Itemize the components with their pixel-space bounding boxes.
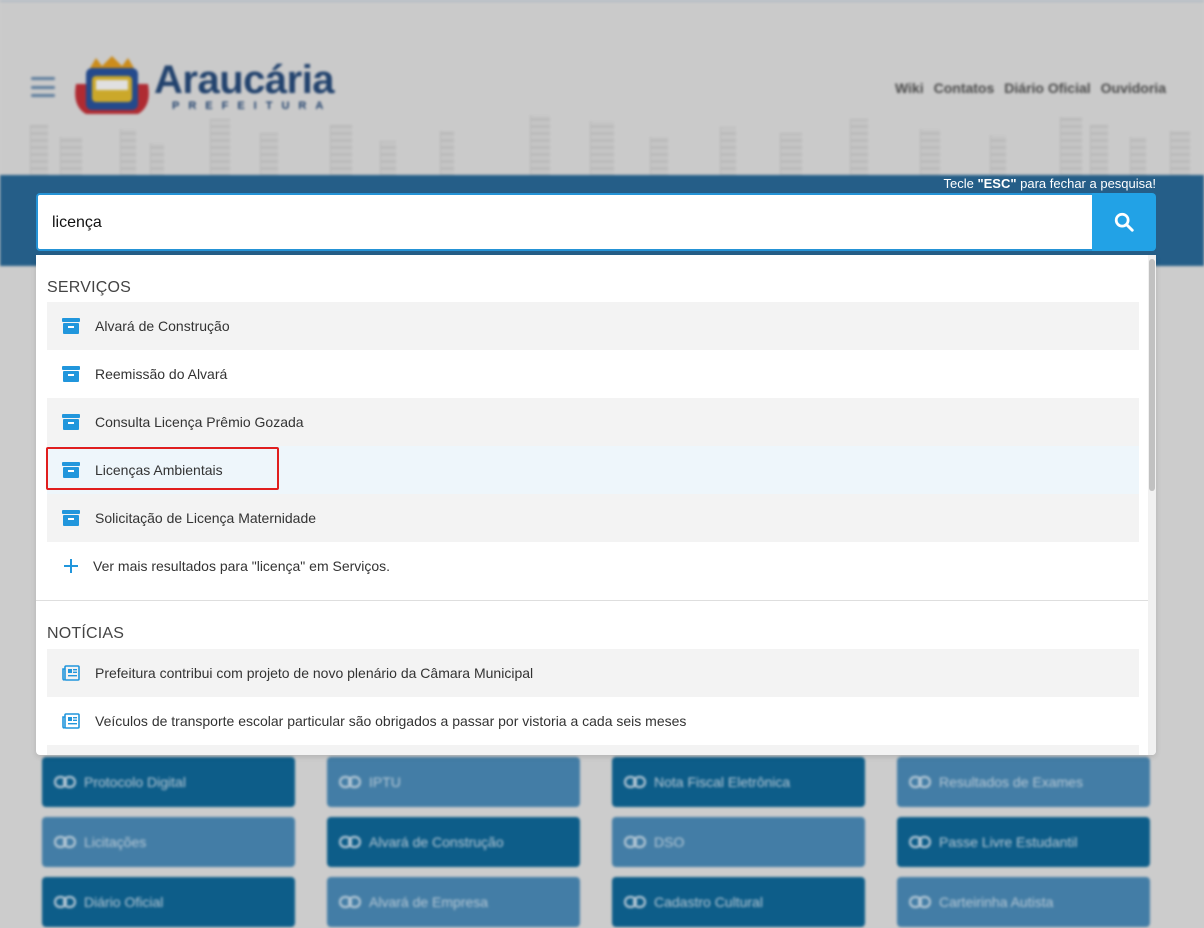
- result-item-label: Alvará de Construção: [95, 318, 230, 334]
- section-title-noticias: NOTÍCIAS: [47, 625, 125, 642]
- box-icon: [61, 412, 81, 432]
- result-item-label: Consulta Licença Prêmio Gozada: [95, 414, 304, 430]
- news-list: Prefeitura contribui com projeto de novo…: [47, 649, 1139, 755]
- search-field[interactable]: [36, 193, 1093, 251]
- search-button[interactable]: [1092, 193, 1156, 251]
- box-icon: [61, 364, 81, 384]
- newspaper-icon: [61, 663, 81, 683]
- more-results-link[interactable]: Ver mais resultados para "licença" em Se…: [47, 542, 1139, 590]
- newspaper-icon: [61, 711, 81, 731]
- news-item[interactable]: [47, 745, 1139, 755]
- box-icon: [61, 316, 81, 336]
- more-results-label: Ver mais resultados para "licença" em Se…: [93, 558, 391, 574]
- plus-icon: [61, 556, 81, 576]
- highlight-annotation: [46, 447, 279, 490]
- section-title-servicos: SERVIÇOS: [47, 279, 131, 296]
- news-item[interactable]: Veículos de transporte escolar particula…: [47, 697, 1139, 745]
- results-scrollbar[interactable]: [1148, 255, 1156, 755]
- esc-hint: Tecle "ESC" para fechar a pesquisa!: [943, 176, 1156, 191]
- scrollbar-thumb[interactable]: [1149, 259, 1155, 491]
- section-divider: [36, 600, 1148, 601]
- search-icon: [1114, 212, 1134, 232]
- search-results: SERVIÇOS Alvará de Construção Reemissão …: [36, 255, 1156, 755]
- result-item[interactable]: Solicitação de Licença Maternidade: [47, 494, 1139, 542]
- result-item[interactable]: Consulta Licença Prêmio Gozada: [47, 398, 1139, 446]
- news-item-label: Veículos de transporte escolar particula…: [95, 713, 687, 729]
- services-list: Alvará de Construção Reemissão do Alvará…: [47, 302, 1139, 590]
- result-item-label: Reemissão do Alvará: [95, 366, 228, 382]
- result-item-label: Solicitação de Licença Maternidade: [95, 510, 317, 526]
- result-item[interactable]: Reemissão do Alvará: [47, 350, 1139, 398]
- box-icon: [61, 508, 81, 528]
- news-item[interactable]: Prefeitura contribui com projeto de novo…: [47, 649, 1139, 697]
- news-item-label: Prefeitura contribui com projeto de novo…: [95, 665, 534, 681]
- search-input[interactable]: [52, 212, 1072, 234]
- result-item[interactable]: Alvará de Construção: [47, 302, 1139, 350]
